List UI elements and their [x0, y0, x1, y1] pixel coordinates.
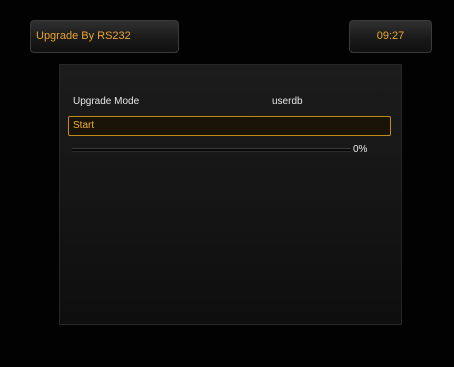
start-button[interactable] [68, 116, 391, 136]
clock: 09:27 [376, 30, 405, 42]
page-title: Upgrade By RS232 [36, 30, 131, 42]
upgrade-mode-value[interactable]: userdb [272, 95, 303, 109]
start-label: Start [73, 120, 95, 131]
progress-percent: 0% [353, 144, 368, 155]
progress-bar [72, 148, 351, 152]
upgrade-mode-label: Upgrade Mode [73, 96, 140, 107]
